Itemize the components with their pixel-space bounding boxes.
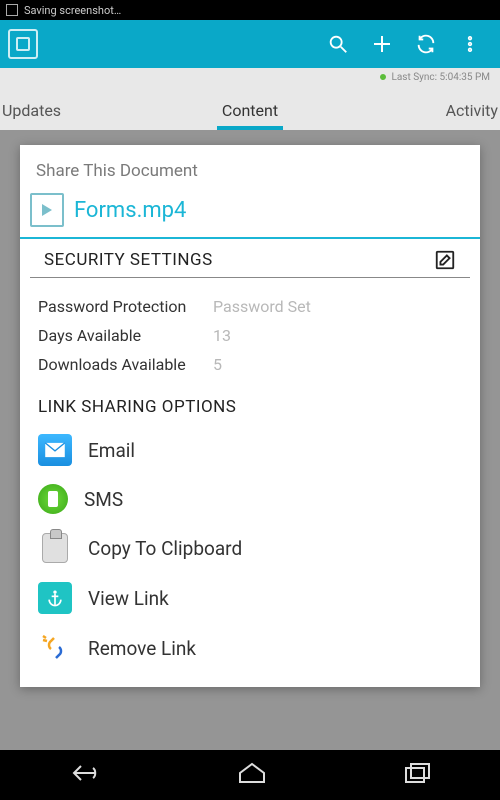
app-logo-icon[interactable] (8, 29, 38, 59)
days-label: Days Available (38, 326, 213, 345)
link-sharing-header: LINK SHARING OPTIONS (20, 383, 480, 425)
sync-status-dot-icon (380, 74, 386, 80)
edit-security-button[interactable] (434, 249, 456, 271)
tab-bar: Updates Content Activity (0, 86, 500, 130)
remove-link-icon (38, 632, 72, 664)
android-status-bar: Saving screenshot… (0, 0, 500, 20)
email-icon (38, 434, 72, 466)
android-nav-bar (0, 750, 500, 800)
refresh-button[interactable] (404, 22, 448, 66)
copy-label: Copy To Clipboard (88, 537, 242, 560)
file-row: Forms.mp4 (20, 191, 480, 239)
password-label: Password Protection (38, 297, 213, 316)
downloads-value: 5 (213, 355, 222, 374)
share-option-view[interactable]: View Link (20, 573, 480, 623)
downloads-label: Downloads Available (38, 355, 213, 374)
email-label: Email (88, 439, 135, 462)
share-dialog: Share This Document Forms.mp4 SECURITY S… (20, 145, 480, 687)
overflow-menu-button[interactable] (448, 22, 492, 66)
days-available-row: Days Available 13 (38, 321, 462, 350)
dialog-title: Share This Document (20, 145, 480, 191)
share-option-email[interactable]: Email (20, 425, 480, 475)
downloads-available-row: Downloads Available 5 (38, 350, 462, 379)
status-text: Saving screenshot… (24, 4, 121, 17)
sms-icon (38, 484, 68, 514)
nav-recent-button[interactable] (405, 763, 431, 787)
security-settings-header: SECURITY SETTINGS (30, 239, 470, 278)
security-settings-body: Password Protection Password Set Days Av… (20, 278, 480, 383)
nav-back-button[interactable] (69, 761, 99, 789)
days-value: 13 (213, 326, 231, 345)
last-sync-text: Last Sync: 5:04:35 PM (391, 72, 490, 83)
security-header-text: SECURITY SETTINGS (44, 250, 434, 270)
last-sync-row: Last Sync: 5:04:35 PM (0, 68, 500, 86)
video-file-icon (30, 193, 64, 227)
anchor-icon (38, 582, 72, 614)
clipboard-icon (38, 532, 72, 564)
share-option-sms[interactable]: SMS (20, 475, 480, 523)
password-value: Password Set (213, 297, 311, 316)
tab-updates[interactable]: Updates (0, 101, 167, 130)
remove-label: Remove Link (88, 637, 196, 660)
view-label: View Link (88, 587, 169, 610)
tab-activity[interactable]: Activity (333, 101, 500, 130)
file-name: Forms.mp4 (74, 198, 186, 223)
password-protection-row: Password Protection Password Set (38, 292, 462, 321)
add-button[interactable] (360, 22, 404, 66)
share-option-remove[interactable]: Remove Link (20, 623, 480, 673)
tab-content[interactable]: Content (167, 101, 332, 130)
save-icon (6, 4, 18, 16)
app-bar (0, 20, 500, 68)
search-button[interactable] (316, 22, 360, 66)
nav-home-button[interactable] (238, 762, 266, 788)
sms-label: SMS (84, 488, 123, 511)
share-option-copy[interactable]: Copy To Clipboard (20, 523, 480, 573)
